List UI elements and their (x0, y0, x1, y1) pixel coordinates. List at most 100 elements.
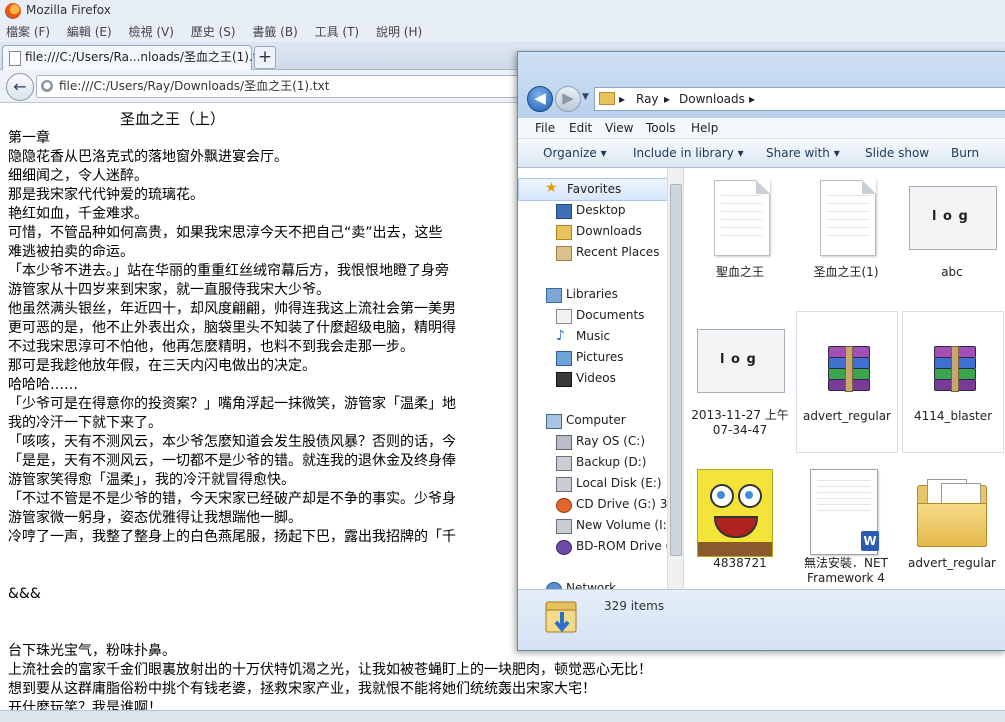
forward-button[interactable]: ▶ (555, 86, 581, 112)
text-line: 上流社会的富家千金们眼裏放射出的十万伏特饥渴之光，让我如被苍蝇盯上的一块肥肉，顿… (8, 662, 652, 678)
text-line: 想到要从这群庸脂俗粉中挑个有钱老婆，拯救宋家产业，我就恨不能将她们统统轰出宋家大… (8, 681, 596, 697)
history-dropdown-icon[interactable]: ▼ (582, 92, 589, 102)
breadcrumb-separator[interactable]: ▸ (749, 88, 755, 110)
drive-icon (556, 477, 572, 492)
menu-tools[interactable]: Tools (646, 118, 676, 138)
menu-file[interactable]: 檔案 (F) (6, 22, 50, 42)
nav-recent-places[interactable]: Recent Places (518, 242, 666, 263)
menu-view[interactable]: View (605, 118, 633, 138)
menu-history[interactable]: 歷史 (S) (191, 22, 236, 42)
drive-icon (556, 519, 572, 534)
back-button[interactable]: ← (6, 73, 34, 101)
nav-downloads[interactable]: Downloads (518, 221, 666, 242)
music-icon: ♪ (556, 328, 565, 344)
file-item[interactable]: 圣血之王(1) (796, 168, 896, 308)
menu-help[interactable]: Help (691, 118, 718, 138)
pictures-icon (556, 351, 572, 366)
image-thumbnail: l o g (697, 321, 785, 403)
nav-drive-c[interactable]: Ray OS (C:) (518, 431, 666, 452)
menu-edit[interactable]: 編輯 (E) (67, 22, 112, 42)
bd-rom-drive-icon (556, 540, 572, 555)
nav-label: Desktop (576, 203, 626, 217)
file-item[interactable]: 聖血之王 (690, 168, 790, 308)
folder-icon (599, 92, 615, 105)
file-item[interactable]: advert_regular (796, 311, 898, 453)
file-name: 4838721 (713, 556, 767, 570)
globe-icon: ● (41, 80, 53, 92)
nav-label: Libraries (566, 287, 618, 301)
nav-label: Pictures (576, 350, 624, 364)
nav-label: Recent Places (576, 245, 660, 259)
nav-drive-e[interactable]: Local Disk (E:) (518, 473, 666, 494)
file-name: 圣血之王(1) (813, 265, 879, 279)
nav-desktop[interactable]: Desktop (518, 200, 666, 221)
nav-videos[interactable]: Videos (518, 368, 666, 389)
nav-drive-d[interactable]: Backup (D:) (518, 452, 666, 473)
nav-computer[interactable]: Computer (518, 410, 666, 431)
nav-favorites[interactable]: ★ Favorites (518, 178, 668, 201)
include-in-library-button[interactable]: Include in library ▾ (633, 139, 744, 167)
share-with-button[interactable]: Share with ▾ (766, 139, 840, 167)
nav-label: Downloads (576, 224, 642, 238)
archive-icon (910, 322, 996, 404)
explorer-window: ◀ ▶ ▼ ▸ Ray ▸ Downloads ▸ File Edit View… (517, 51, 1005, 651)
nav-label: Computer (566, 413, 626, 427)
menu-help[interactable]: 說明 (H) (376, 22, 422, 42)
scrollbar-thumb[interactable] (670, 184, 682, 556)
nav-drive-i[interactable]: New Volume (I:) (518, 515, 671, 536)
menu-tools[interactable]: 工具 (T) (315, 22, 360, 42)
nav-music[interactable]: ♪ Music (518, 326, 666, 347)
tab-current[interactable]: file:///C:/Users/Ra...nloads/圣血之王(1).txt (2, 45, 269, 70)
back-button[interactable]: ◀ (527, 86, 553, 112)
command-bar: Organize ▾ Include in library ▾ Share wi… (518, 139, 1005, 168)
breadcrumb[interactable]: ▸ Ray ▸ Downloads ▸ (594, 87, 1005, 111)
nav-documents[interactable]: Documents (518, 305, 666, 326)
nav-label: Favorites (567, 182, 622, 196)
file-name: 無法安裝．NET Framework 4 (804, 556, 888, 585)
nav-libraries[interactable]: Libraries (518, 284, 666, 305)
file-item[interactable]: l o g 2013-11-27 上午 07-34-47 (690, 311, 790, 451)
slide-show-button[interactable]: Slide show (865, 139, 929, 167)
nav-network[interactable]: Network (518, 578, 666, 589)
breadcrumb-ray[interactable]: Ray (636, 88, 659, 110)
network-icon (546, 582, 562, 589)
breadcrumb-separator[interactable]: ▸ (619, 88, 625, 110)
burn-button[interactable]: Burn (951, 139, 979, 167)
navigation-pane: ★ Favorites Desktop Downloads Recent Pla… (518, 168, 684, 589)
nav-label: Documents (576, 308, 645, 322)
cd-drive-icon (556, 498, 572, 513)
firefox-logo-icon (5, 3, 21, 19)
menu-view[interactable]: 檢視 (V) (129, 22, 174, 42)
file-item[interactable]: g g advert_regular (902, 459, 1002, 589)
file-list: 聖血之王 圣血之王(1) l o g abc l o g 2013-11-27 … (684, 168, 1005, 589)
nav-label: Backup (D:) (576, 455, 647, 469)
image-thumbnail (697, 469, 783, 557)
organize-button[interactable]: Organize ▾ (543, 139, 607, 167)
nav-drive-g[interactable]: CD Drive (G:) 3Cc (518, 494, 682, 515)
window-title: Mozilla Firefox (26, 3, 111, 17)
menu-bookmarks[interactable]: 書籤 (B) (252, 22, 297, 42)
file-name: advert_regular (908, 556, 996, 570)
file-name: 4114_blaster (913, 409, 993, 423)
file-item[interactable]: l o g abc (902, 168, 1002, 308)
breadcrumb-downloads[interactable]: Downloads (679, 88, 745, 110)
nav-drive-n[interactable]: BD-ROM Drive (N (518, 536, 679, 557)
breadcrumb-separator[interactable]: ▸ (664, 88, 670, 110)
file-item[interactable]: 4838721 (690, 459, 790, 589)
nav-label: New Volume (I:) (576, 518, 672, 532)
file-item[interactable]: 4114_blaster (902, 311, 1004, 453)
file-item[interactable]: W 無法安裝．NET Framework 4 (796, 459, 896, 589)
details-pane: 329 items (518, 589, 1005, 650)
nav-pictures[interactable]: Pictures (518, 347, 666, 368)
url-text[interactable]: file:///C:/Users/Ray/Downloads/圣血之王(1).t… (59, 76, 329, 97)
new-tab-button[interactable]: + (254, 46, 276, 69)
folder-icon: g g (909, 469, 995, 551)
text-file-icon (697, 178, 783, 260)
menu-edit[interactable]: Edit (569, 118, 592, 138)
menu-file[interactable]: File (535, 118, 555, 138)
text-file-icon (803, 178, 889, 260)
nav-label: Network (566, 581, 617, 589)
tab-label: file:///C:/Users/Ra...nloads/圣血之王(1).txt (25, 50, 270, 64)
nav-label: Music (576, 329, 611, 343)
nav-scrollbar[interactable] (667, 168, 683, 589)
